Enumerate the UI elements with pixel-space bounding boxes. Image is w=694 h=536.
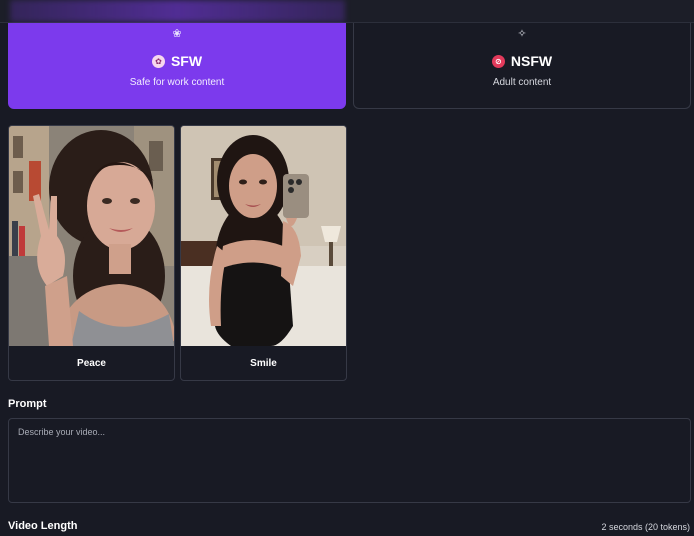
video-length-value: 2 seconds (20 tokens): [601, 522, 690, 532]
header-tab-highlight: [10, 0, 345, 22]
nsfw-mode-option[interactable]: ✧ ⊘ NSFW Adult content: [353, 23, 691, 109]
style-option-peace[interactable]: Peace: [8, 125, 175, 381]
style-option-smile[interactable]: Smile: [180, 125, 347, 381]
nsfw-subtitle: Adult content: [492, 77, 552, 88]
sfw-title: SFW: [170, 53, 203, 69]
video-length-label: Video Length: [8, 520, 78, 532]
style-thumbnail-smile: [181, 126, 346, 346]
style-label: Peace: [77, 358, 106, 369]
style-label: Smile: [250, 358, 277, 369]
sfw-mode-option[interactable]: ❀ ✿ SFW Safe for work content: [8, 23, 346, 109]
top-header-bar: [0, 0, 694, 23]
sparkles-icon: ✧: [517, 28, 527, 40]
prompt-input[interactable]: [8, 418, 691, 503]
no-entry-icon: ⊘: [491, 54, 505, 68]
prompt-label: Prompt: [8, 398, 47, 410]
sfw-subtitle: Safe for work content: [129, 77, 225, 88]
nsfw-title: NSFW: [510, 53, 553, 69]
style-thumbnail-peace: [9, 126, 174, 346]
sparkle-flower-icon: ❀: [172, 28, 182, 40]
flower-icon: ✿: [151, 54, 165, 68]
